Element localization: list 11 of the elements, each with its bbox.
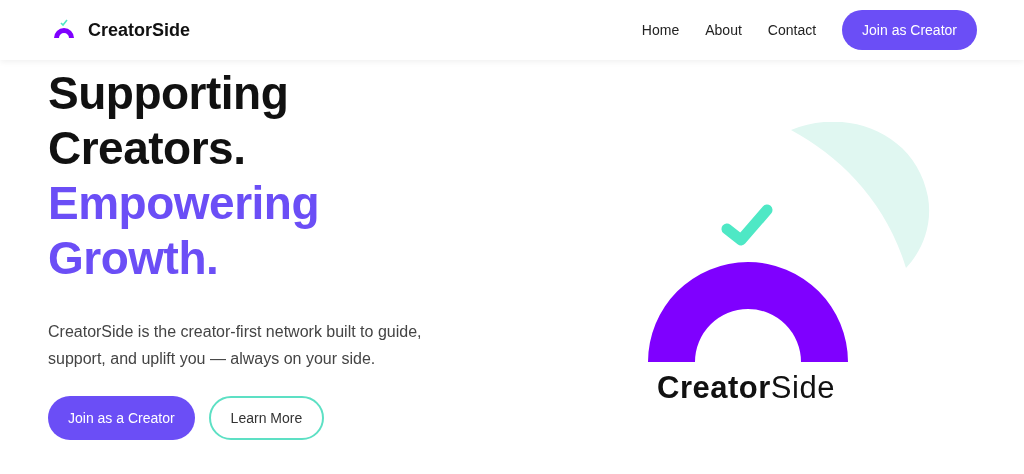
wordmark: CreatorSide <box>657 370 835 406</box>
nav-link[interactable]: Home <box>641 22 680 38</box>
nav-link[interactable]: About <box>705 22 742 38</box>
hero-description: CreatorSide is the creator-first network built to guide, support, and uplift you — always on your side. <box>48 322 423 369</box>
hero-heading: Supporting Creators. Empowering Growth. <box>48 66 321 286</box>
learn-more-button[interactable]: Learn More <box>208 396 325 440</box>
nav-link[interactable]: Contact <box>767 22 817 38</box>
join-creator-button[interactable]: Join as a Creator <box>48 396 195 440</box>
brand-name: CreatorSide <box>88 19 191 41</box>
join-button[interactable]: Join as Creator <box>842 10 977 50</box>
logo-icon <box>52 19 76 41</box>
